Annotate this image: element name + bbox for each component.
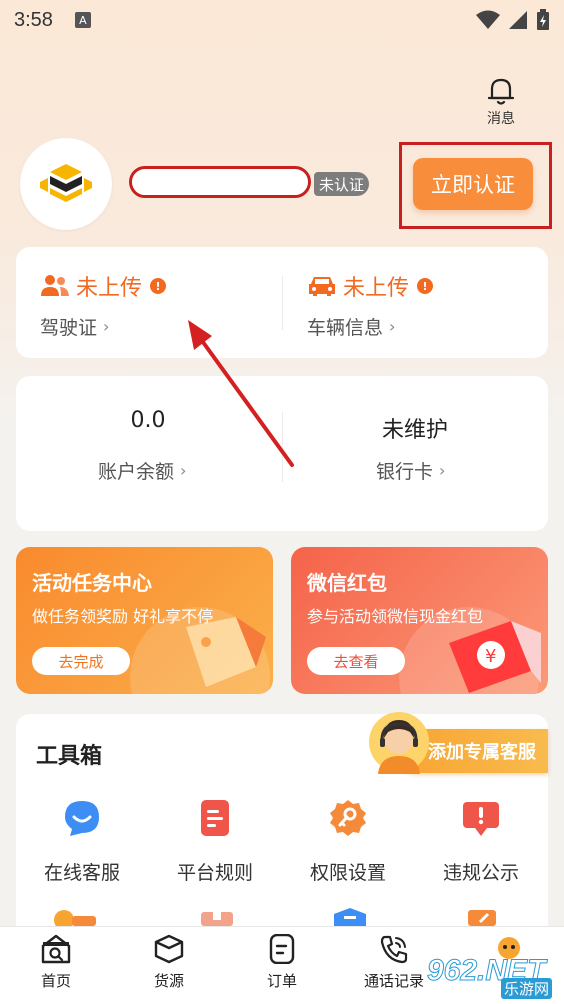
- agent-avatar-icon: [369, 712, 429, 774]
- battery-icon: [537, 9, 549, 30]
- divider: [282, 412, 283, 482]
- fuel-card-icon: [54, 910, 96, 926]
- message-button[interactable]: 消息: [476, 76, 526, 128]
- toolbox-title: 工具箱: [36, 744, 103, 769]
- logo-icon: [40, 164, 92, 202]
- divider: [282, 276, 283, 330]
- message-label: 消息: [487, 111, 515, 127]
- warning-icon: !: [150, 278, 167, 294]
- tab-call-log[interactable]: 通话记录: [349, 934, 439, 991]
- permission-settings-tool[interactable]: 权限设置: [288, 798, 408, 885]
- verify-now-button[interactable]: 立即认证: [413, 158, 533, 210]
- signal-icon: [509, 11, 527, 29]
- driver-license-link[interactable]: 驾驶证 ›: [40, 313, 109, 340]
- tab-home-label: 首页: [40, 972, 71, 990]
- vehicle-status-text: 未上传: [343, 276, 410, 301]
- phone-icon: [380, 935, 408, 964]
- license-status-text: 未上传: [76, 276, 143, 301]
- status-bar: 3:58 A: [0, 0, 564, 40]
- permission-settings-label: 权限设置: [309, 862, 386, 884]
- cert-status-badge: 未认证: [314, 172, 370, 196]
- watermark-sub: 乐游网: [501, 978, 553, 999]
- bank-card-value: 未维护: [381, 418, 448, 443]
- task-center-card[interactable]: 活动任务中心 做任务领奖励 好礼享不停 去完成: [16, 547, 273, 694]
- notification-icon: A: [74, 12, 91, 28]
- tab-cargo-label: 货源: [153, 972, 184, 990]
- vehicle-status[interactable]: 未上传 !: [307, 270, 434, 302]
- avatar[interactable]: [20, 138, 112, 230]
- package-icon: [201, 912, 233, 926]
- wechat-redpacket-title: 微信红包: [307, 571, 387, 595]
- platform-rules-tool[interactable]: 平台规则: [155, 798, 275, 885]
- balance-label: 账户余额: [98, 461, 175, 483]
- bell-icon: [487, 78, 515, 105]
- alert-board-icon: [463, 802, 499, 836]
- balance-value: 0.0: [130, 408, 166, 433]
- driver-license-label: 驾驶证: [40, 317, 98, 339]
- document-icon: [201, 800, 229, 836]
- order-icon: [269, 934, 295, 964]
- people-icon: [41, 275, 69, 296]
- vehicle-info-label: 车辆信息: [307, 317, 384, 339]
- license-status[interactable]: 未上传 !: [40, 270, 167, 302]
- online-service-tool[interactable]: 在线客服: [22, 798, 142, 885]
- view-button[interactable]: 去查看: [307, 647, 405, 675]
- watermark: 962.NET 乐游网: [426, 954, 561, 999]
- gear-key-icon: [330, 800, 366, 836]
- platform-rules-label: 平台规则: [176, 862, 253, 884]
- task-center-subtitle: 做任务领奖励 好礼享不停: [32, 607, 214, 626]
- edit-icon: [468, 910, 496, 926]
- svg-text:¥: ¥: [485, 646, 496, 667]
- bank-card-label: 银行卡: [376, 461, 434, 483]
- chevron-right-icon: ›: [103, 317, 110, 336]
- wechat-redpacket-subtitle: 参与活动领微信现金红包: [307, 607, 484, 626]
- online-service-label: 在线客服: [43, 862, 120, 884]
- vehicle-info-link[interactable]: 车辆信息 ›: [307, 313, 395, 340]
- car-icon: [309, 277, 335, 296]
- chevron-right-icon: ›: [389, 317, 396, 336]
- tab-cargo[interactable]: 货源: [124, 934, 214, 991]
- wifi-icon: [476, 10, 500, 29]
- box-icon: [154, 934, 184, 964]
- bank-card-link[interactable]: 银行卡 ›: [376, 457, 445, 484]
- tab-orders-label: 订单: [266, 972, 297, 990]
- wechat-redpacket-card[interactable]: ¥ 微信红包 参与活动领微信现金红包 去查看: [291, 547, 548, 694]
- tab-orders[interactable]: 订单: [237, 934, 327, 991]
- violation-notice-label: 违规公示: [442, 862, 519, 884]
- username-field: [129, 166, 311, 198]
- tab-call-log-label: 通话记录: [363, 972, 424, 990]
- balance-link[interactable]: 账户余额 ›: [98, 457, 186, 484]
- chevron-right-icon: ›: [439, 461, 446, 480]
- tab-home[interactable]: 首页: [11, 934, 101, 991]
- chevron-right-icon: ›: [180, 461, 187, 480]
- warning-icon: !: [417, 278, 434, 294]
- task-center-title: 活动任务中心: [32, 571, 152, 595]
- violation-notice-tool[interactable]: 违规公示: [421, 798, 541, 885]
- shield-doc-icon: [334, 908, 366, 926]
- add-service-label: 添加专属客服: [428, 742, 536, 763]
- complete-button[interactable]: 去完成: [32, 647, 130, 675]
- chat-bubble-icon: [65, 801, 99, 836]
- status-time: 3:58: [14, 8, 53, 31]
- home-search-icon: [41, 934, 71, 964]
